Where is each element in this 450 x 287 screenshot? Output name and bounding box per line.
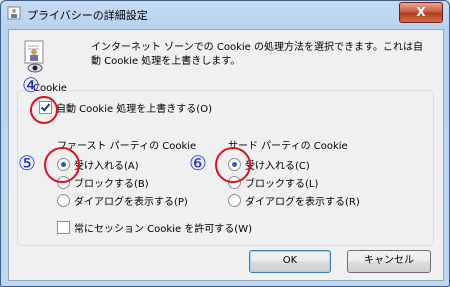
annotation-circle-4 [30,96,58,124]
third-party-block-label: ブロックする(L) [245,179,319,190]
session-cookie-row[interactable]: 常にセッション Cookie を許可する(W) [57,220,252,235]
cancel-button[interactable]: キャンセル [347,250,431,273]
privacy-app-icon [7,6,21,20]
privacy-document-icon [24,40,44,73]
first-party-accept-label: 受け入れる(A) [74,161,139,172]
privacy-settings-window: プライバシーの詳細設定 X インターネット ゾーンでの Cookie の処理方法… [0,0,450,287]
ok-button[interactable]: OK [249,250,331,273]
session-cookie-label: 常にセッション Cookie を許可する(W) [74,224,252,235]
annotation-number-5: ⑤ [18,151,36,175]
session-cookie-checkbox[interactable] [57,221,70,234]
annotation-circle-5 [44,147,80,183]
override-label: 自動 Cookie 処理を上書きする(O) [56,104,212,115]
title-bar[interactable]: プライバシーの詳細設定 X [1,1,449,27]
first-party-prompt-radio[interactable] [57,194,70,207]
third-party-prompt[interactable]: ダイアログを表示する(R) [228,193,360,208]
first-party-block-label: ブロックする(B) [74,179,149,190]
annotation-number-4: ④ [22,73,40,97]
override-row[interactable]: 自動 Cookie 処理を上書きする(O) [39,100,212,115]
third-party-accept-label: 受け入れる(C) [245,161,310,172]
annotation-circle-6 [215,147,251,183]
third-party-prompt-label: ダイアログを表示する(R) [245,197,360,208]
first-party-prompt-label: ダイアログを表示する(P) [74,197,188,208]
first-party-prompt[interactable]: ダイアログを表示する(P) [57,193,188,208]
close-button[interactable]: X [399,2,443,23]
third-party-prompt-radio[interactable] [228,194,241,207]
description-text: インターネット ゾーンでの Cookie の処理方法を選択できます。これは自動 … [91,42,423,67]
third-party-title: サード パーティの Cookie [228,141,348,152]
annotation-number-6: ⑥ [189,151,207,175]
window-title: プライバシーの詳細設定 [27,9,148,22]
first-party-title: ファースト パーティの Cookie [57,141,197,152]
